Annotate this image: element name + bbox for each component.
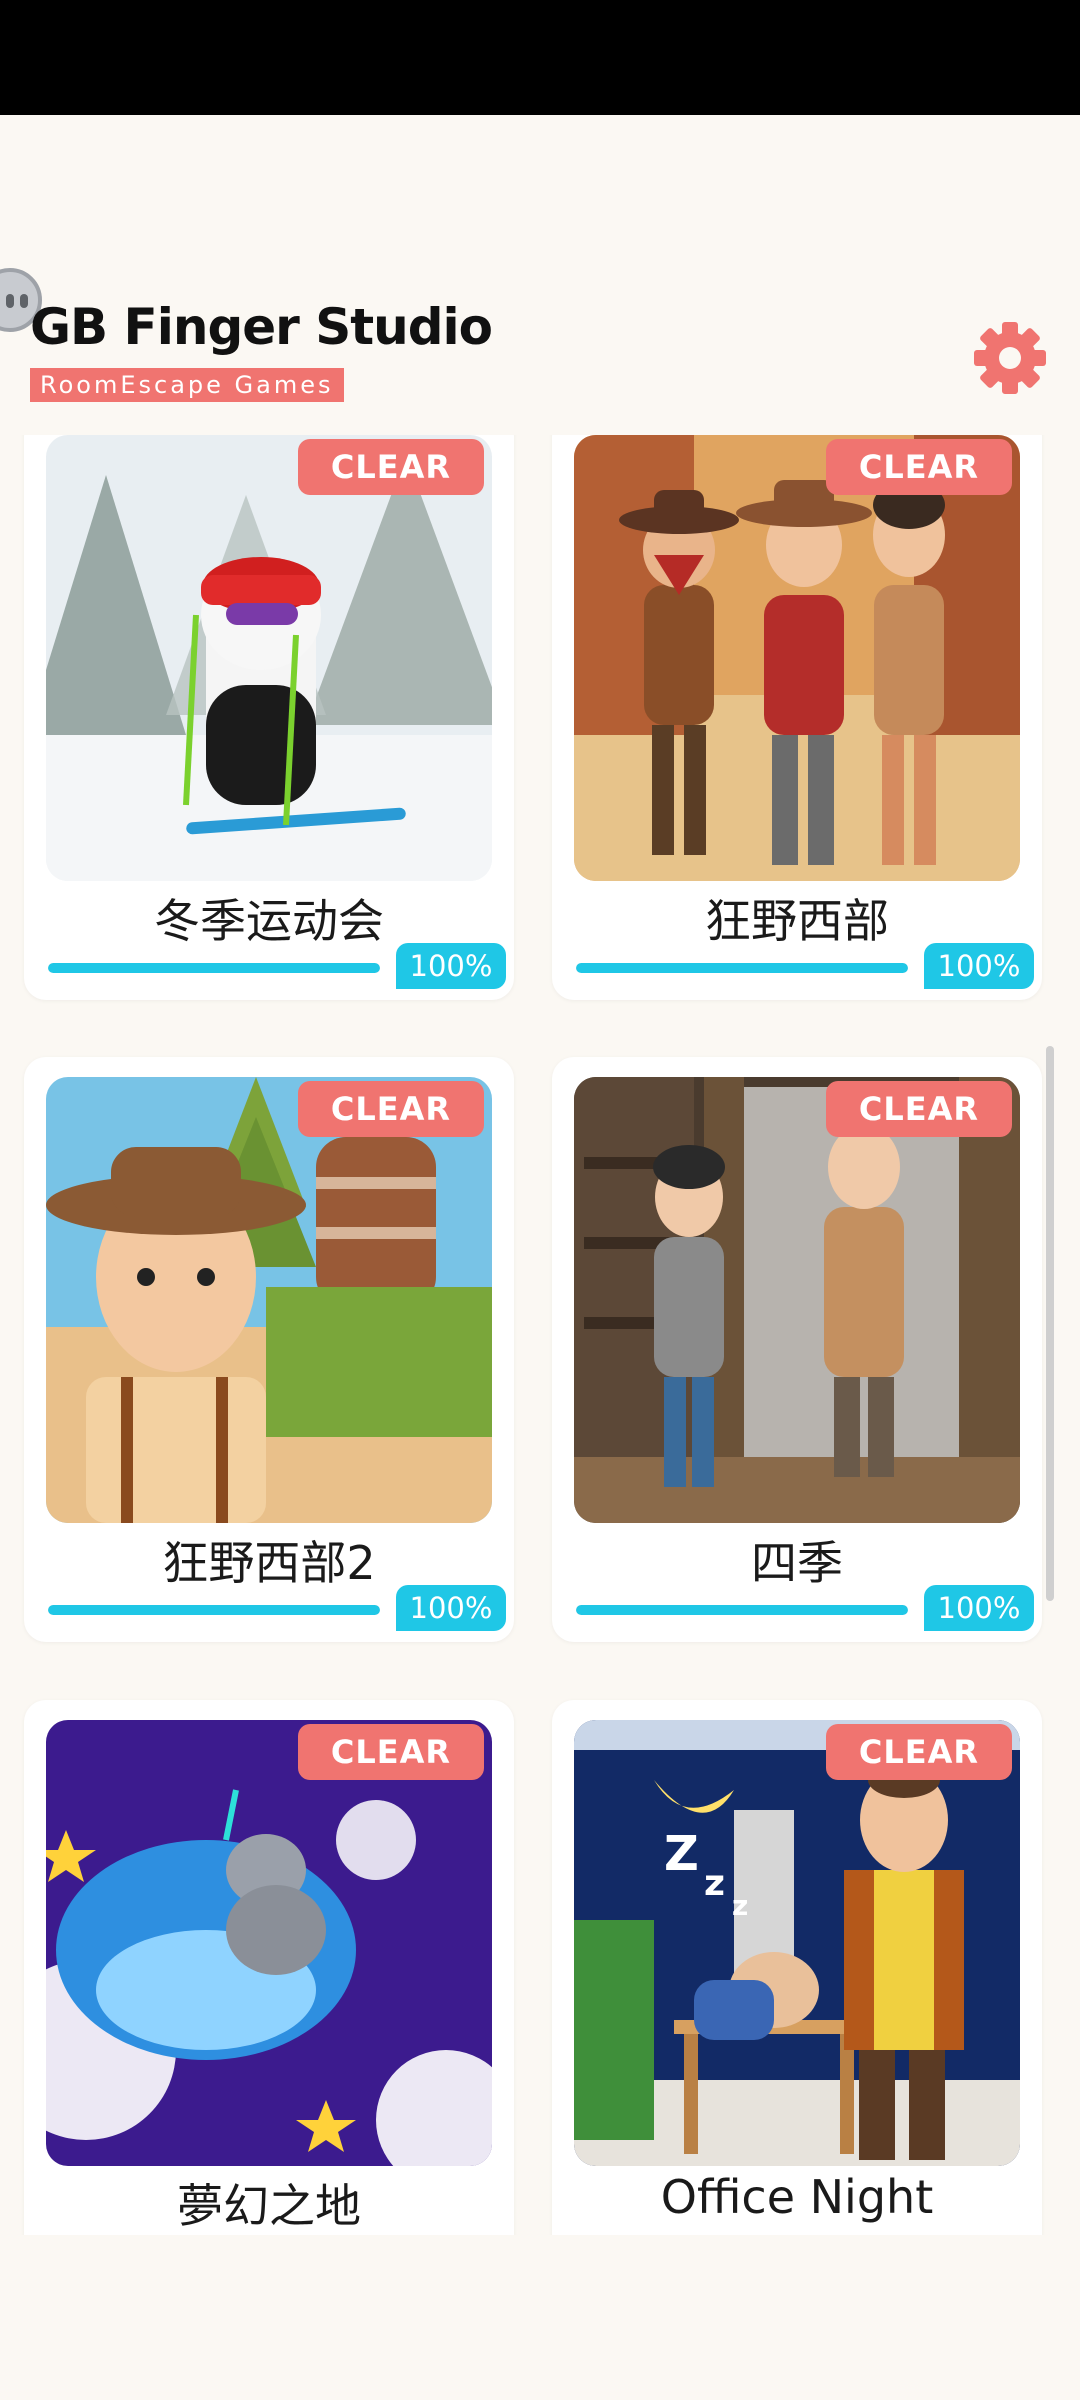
clear-badge: CLEAR — [826, 1081, 1012, 1137]
clear-badge: CLEAR — [298, 1724, 484, 1780]
svg-text:z: z — [732, 1889, 748, 1922]
bottom-spacer — [0, 2235, 1080, 2400]
svg-text:Z: Z — [664, 1826, 699, 1882]
progress-bar — [576, 1605, 908, 1615]
progress-percent: 100% — [396, 943, 506, 989]
app-subtitle: RoomEscape Games — [30, 368, 344, 402]
progress-bar — [48, 963, 380, 973]
game-card[interactable]: CLEAR 狂野西部2 100% — [24, 1057, 514, 1642]
game-card[interactable]: Z z z CLEAR Office Night — [552, 1700, 1042, 2235]
progress-fill — [48, 963, 380, 973]
game-title: 狂野西部2 — [162, 1536, 376, 1590]
progress-bar — [576, 963, 908, 973]
game-title: 夢幻之地 — [177, 2179, 361, 2233]
game-thumbnail: CLEAR — [46, 1720, 492, 2166]
game-title: Office Night — [660, 2170, 934, 2224]
game-thumbnail: CLEAR — [46, 435, 492, 881]
progress-fill — [48, 1605, 380, 1615]
game-thumbnail: CLEAR — [574, 1077, 1020, 1523]
top-spacer — [0, 115, 1080, 280]
progress-bar — [48, 1605, 380, 1615]
status-bar — [0, 0, 1080, 115]
clear-badge: CLEAR — [826, 439, 1012, 495]
game-thumbnail: CLEAR — [574, 435, 1020, 881]
svg-text:z: z — [704, 1863, 725, 1904]
game-grid[interactable]: CLEAR 冬季运动会 100% CLEAR 狂野西部 100% CLEAR 狂… — [0, 435, 1080, 2235]
game-card[interactable]: CLEAR 狂野西部 100% — [552, 435, 1042, 1000]
app-title: GB Finger Studio — [30, 298, 493, 356]
game-card[interactable]: CLEAR 夢幻之地 — [24, 1700, 514, 2235]
game-thumbnail: Z z z CLEAR — [574, 1720, 1020, 2166]
clear-badge: CLEAR — [298, 1081, 484, 1137]
clear-badge: CLEAR — [826, 1724, 1012, 1780]
progress-fill — [576, 963, 908, 973]
game-title: 四季 — [751, 1536, 843, 1590]
game-thumbnail: CLEAR — [46, 1077, 492, 1523]
progress-percent: 100% — [924, 1585, 1034, 1631]
game-title: 狂野西部 — [705, 894, 889, 948]
progress-percent: 100% — [924, 943, 1034, 989]
game-title: 冬季运动会 — [154, 894, 384, 948]
progress-percent: 100% — [396, 1585, 506, 1631]
scrollbar[interactable] — [1046, 1046, 1054, 1601]
game-card[interactable]: CLEAR 冬季运动会 100% — [24, 435, 514, 1000]
gear-icon[interactable] — [970, 318, 1050, 398]
clear-badge: CLEAR — [298, 439, 484, 495]
game-card[interactable]: CLEAR 四季 100% — [552, 1057, 1042, 1642]
progress-fill — [576, 1605, 908, 1615]
